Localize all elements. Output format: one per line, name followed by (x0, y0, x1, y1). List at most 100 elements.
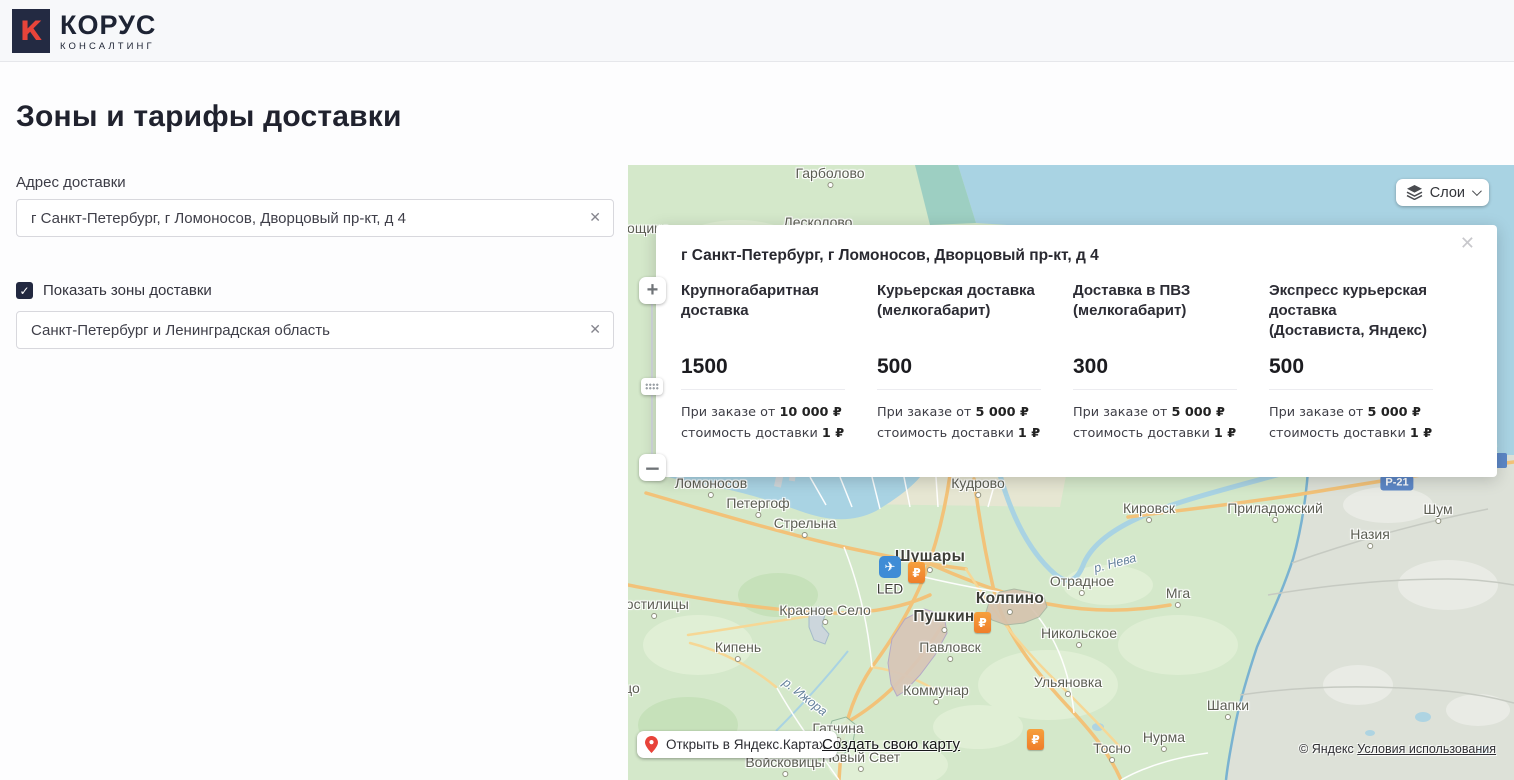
layers-button[interactable]: Слои (1396, 179, 1489, 206)
layers-icon (1406, 185, 1423, 200)
open-in-yandex-button[interactable]: Открыть в Яндекс.Картах (637, 731, 837, 758)
threshold-value: 5 000 ₽ (1367, 405, 1420, 420)
map-label-kolpino: Колпино (976, 590, 1044, 608)
copyright-label: © Яндекс (1299, 742, 1354, 756)
minus-icon: − (644, 456, 661, 480)
tariff-price: 300 (1073, 355, 1269, 379)
airport-icon[interactable]: ✈ (879, 556, 901, 578)
map-label-gostilitsy: Гостилицы (628, 596, 689, 612)
tariff-column-express: Экспресс курьерская доставка (Достависта… (1269, 281, 1465, 444)
tariff-columns: Крупногабаритная доставка 1500 При заказ… (681, 281, 1497, 444)
map-label-otradnoe: Отрадное (1050, 573, 1114, 589)
ruble-poi-icon[interactable]: ₽ (908, 562, 925, 583)
tariff-note: При заказе от 5 000 ₽ стоимость доставки… (877, 402, 1073, 444)
create-map-link[interactable]: Создать свою карту (822, 736, 960, 753)
zoom-in-button[interactable]: + (639, 277, 666, 304)
layers-label: Слои (1430, 185, 1465, 201)
tariff-note: При заказе от 5 000 ₽ стоимость доставки… (1073, 402, 1269, 444)
airport-code-label: LED (877, 582, 903, 597)
tariff-price: 500 (1269, 355, 1465, 379)
map-label-pushkin: Пушкин (913, 608, 974, 626)
app-header: К КОРУС КОНСАЛТИНГ (0, 0, 1514, 62)
ruble-poi-icon[interactable]: ₽ (974, 612, 991, 633)
map-label-tosno: Тосно (1093, 740, 1131, 756)
map-label-lomonosov: Ломоносов (675, 475, 747, 491)
tariff-note: При заказе от 5 000 ₽ стоимость доставки… (1269, 402, 1465, 444)
logo-title: КОРУС (60, 11, 156, 39)
tariff-price: 1500 (681, 355, 877, 379)
region-clear-icon[interactable]: ✕ (589, 322, 601, 338)
show-zones-row: ✓ Показать зоны доставки (16, 282, 614, 299)
map-label-petergof: Петергоф (726, 495, 789, 511)
threshold-value: 10 000 ₽ (779, 405, 841, 420)
airplane-icon: ✈ (885, 560, 896, 575)
map-label-kommunar: Коммунар (903, 682, 969, 698)
ruble-poi-icon[interactable]: ₽ (1027, 729, 1044, 750)
tariff-title: Экспресс курьерская доставка (Достависта… (1269, 281, 1465, 355)
map-label-krasnoe-selo: Красное Село (779, 602, 870, 618)
chevron-down-icon (1472, 186, 1482, 196)
unit-price-value: 1 ₽ (1018, 426, 1040, 441)
address-clear-icon[interactable]: ✕ (589, 210, 601, 226)
zoom-slider-handle[interactable] (641, 378, 663, 395)
tariff-title: Доставка в ПВЗ (мелкогабарит) (1073, 281, 1269, 355)
tariff-column-courier: Курьерская доставка (мелкогабарит) 500 П… (877, 281, 1073, 444)
threshold-value: 5 000 ₽ (975, 405, 1028, 420)
tariffs-popup: г Санкт-Петербург, г Ломоносов, Дворцовы… (656, 225, 1497, 477)
tariff-price: 500 (877, 355, 1073, 379)
open-in-yandex-label: Открыть в Яндекс.Картах (666, 737, 826, 752)
map-label-strelna: Стрельна (774, 515, 837, 531)
region-field-wrap: ✕ (16, 311, 614, 349)
plus-icon: + (647, 279, 659, 302)
drag-dots-icon (645, 383, 659, 390)
terms-link[interactable]: Условия использования (1357, 742, 1496, 756)
yandex-pin-icon (645, 736, 658, 753)
divider (877, 389, 1041, 390)
logo-subtitle: КОНСАЛТИНГ (60, 41, 156, 52)
map-label-shum: Шум (1423, 501, 1452, 517)
map-label-kudrovo: Кудрово (951, 475, 1005, 491)
zoom-out-button[interactable]: − (639, 454, 666, 481)
map-label-naziya: Назия (1350, 526, 1390, 542)
region-input[interactable] (17, 312, 613, 348)
map-label-kipen: Кипень (715, 639, 761, 655)
check-icon: ✓ (19, 285, 29, 297)
map-label-pavlovsk: Павловск (919, 639, 980, 655)
divider (1073, 389, 1237, 390)
map-label-kirovsk: Кировск (1123, 500, 1175, 516)
map-label-fragment: цо (628, 680, 640, 696)
unit-price-value: 1 ₽ (822, 426, 844, 441)
unit-price-value: 1 ₽ (1214, 426, 1236, 441)
page-title: Зоны и тарифы доставки (16, 100, 614, 134)
popup-address: г Санкт-Петербург, г Ломоносов, Дворцовы… (681, 247, 1497, 265)
divider (1269, 389, 1433, 390)
map-label-priladozhsky: Приладожский (1227, 500, 1323, 516)
divider (681, 389, 845, 390)
map-attribution: © Яндекс Условия использования (1299, 742, 1496, 756)
tariff-column-pickup: Доставка в ПВЗ (мелкогабарит) 300 При за… (1073, 281, 1269, 444)
delivery-panel: Зоны и тарифы доставки Адрес доставки ✕ … (16, 100, 614, 349)
map-label-shapki: Шапки (1207, 697, 1249, 713)
tariff-note: При заказе от 10 000 ₽ стоимость доставк… (681, 402, 877, 444)
popup-close-icon[interactable]: ✕ (1460, 233, 1475, 254)
address-field-wrap: ✕ (16, 199, 614, 237)
map-label-ulyanovka: Ульяновка (1034, 674, 1102, 690)
map-label-shushary: Шушары (895, 548, 965, 566)
tariff-title: Крупногабаритная доставка (681, 281, 877, 355)
map-label-nikolskoe: Никольское (1041, 625, 1117, 641)
threshold-value: 5 000 ₽ (1171, 405, 1224, 420)
address-label: Адрес доставки (16, 174, 614, 191)
unit-price-value: 1 ₽ (1410, 426, 1432, 441)
tariff-column-bulky: Крупногабаритная доставка 1500 При заказ… (681, 281, 877, 444)
road-shield-r21: Р-21 (1380, 476, 1413, 491)
map-label-mga: Мга (1166, 585, 1190, 601)
address-input[interactable] (17, 200, 613, 236)
korus-logo-icon: К (12, 9, 50, 53)
korus-logo[interactable]: К КОРУС КОНСАЛТИНГ (12, 9, 156, 53)
map-label-nurma: Нурма (1143, 729, 1185, 745)
map-canvas[interactable]: Гарболово Лесколово Рощино Ломоносов Пет… (628, 165, 1514, 780)
show-zones-label: Показать зоны доставки (43, 282, 212, 299)
show-zones-checkbox[interactable]: ✓ (16, 282, 33, 299)
tariff-title: Курьерская доставка (мелкогабарит) (877, 281, 1073, 355)
map-label-garbolovo: Гарболово (795, 165, 864, 181)
